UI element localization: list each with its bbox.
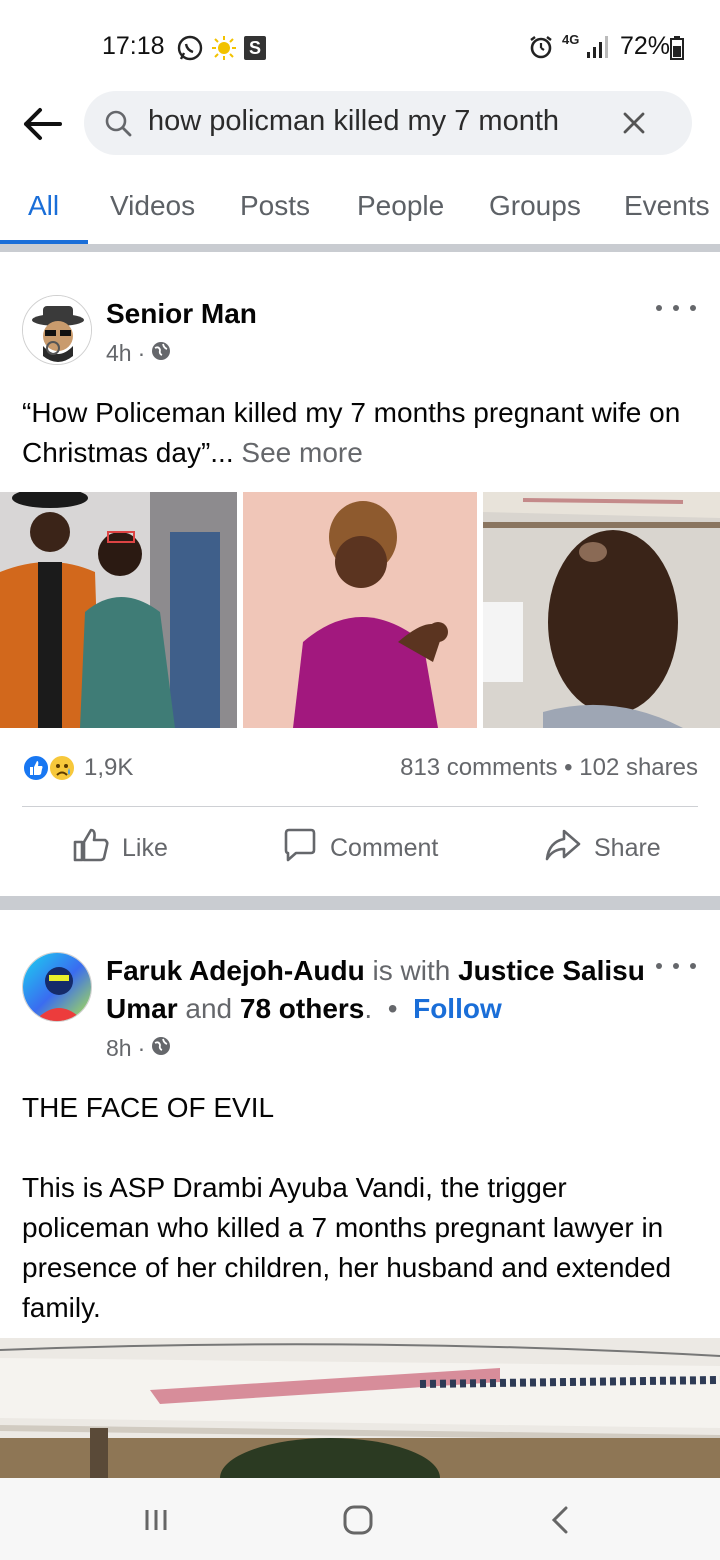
battery-percent: 72% bbox=[620, 32, 671, 60]
reaction-count[interactable]: 1,9K bbox=[84, 754, 133, 782]
s-app-badge: S bbox=[244, 36, 266, 60]
period: . bbox=[364, 993, 373, 1024]
search-filter-tabs: All Videos Posts People Groups Events bbox=[0, 168, 720, 248]
tagged-others[interactable]: 78 others bbox=[240, 993, 365, 1024]
post-text: “How Policeman killed my 7 months pregna… bbox=[22, 393, 702, 473]
recent-apps-icon[interactable] bbox=[136, 1500, 176, 1540]
status-time: 17:18 bbox=[102, 32, 165, 60]
comment-label: Comment bbox=[330, 833, 439, 862]
post-stats[interactable]: 813 comments • 102 shares bbox=[400, 754, 698, 782]
post-meta: 8h · bbox=[106, 1035, 171, 1062]
back-arrow-icon[interactable] bbox=[20, 102, 64, 146]
post-meta: 4h · bbox=[106, 340, 171, 367]
whatsapp-icon bbox=[176, 34, 204, 67]
dot-separator: • bbox=[379, 993, 406, 1024]
home-icon[interactable] bbox=[338, 1500, 378, 1540]
tab-groups[interactable]: Groups bbox=[489, 190, 581, 222]
post-photo-grid bbox=[0, 492, 720, 728]
post-body: This is ASP Drambi Ayuba Vandi, the trig… bbox=[22, 1172, 672, 1323]
see-more-link[interactable]: See more bbox=[241, 437, 362, 468]
divider bbox=[0, 244, 720, 252]
shares-count[interactable]: 102 shares bbox=[579, 754, 698, 781]
post-time: 4h bbox=[106, 340, 132, 366]
system-nav-bar bbox=[0, 1478, 720, 1560]
post-photo[interactable] bbox=[0, 1338, 720, 1478]
globe-icon bbox=[151, 1035, 171, 1062]
clear-icon[interactable] bbox=[618, 107, 650, 139]
post-headline: THE FACE OF EVIL bbox=[22, 1092, 275, 1123]
divider bbox=[22, 806, 698, 807]
status-bar: 17:18 S 4G 72% bbox=[0, 0, 720, 90]
tab-all[interactable]: All bbox=[28, 190, 59, 222]
like-reaction-icon bbox=[22, 754, 50, 787]
sad-reaction-icon bbox=[48, 754, 76, 787]
post-header: Faruk Adejoh-Audu is with Justice Salisu… bbox=[106, 952, 666, 1028]
alarm-icon bbox=[528, 34, 554, 65]
reactions-row: 1,9K 813 comments • 102 shares bbox=[0, 750, 720, 786]
like-label: Like bbox=[122, 833, 168, 862]
like-icon bbox=[72, 827, 110, 870]
with-text: is with bbox=[372, 955, 451, 986]
search-query: how policman killed my 7 month bbox=[148, 105, 560, 137]
post-separator bbox=[0, 896, 720, 910]
tab-events[interactable]: Events bbox=[624, 190, 710, 222]
battery-icon bbox=[670, 36, 684, 65]
comment-icon bbox=[282, 827, 318, 870]
meta-separator: · bbox=[137, 1035, 146, 1061]
follow-button[interactable]: Follow bbox=[413, 993, 502, 1024]
comment-button[interactable]: Comment bbox=[282, 826, 438, 870]
weather-sun-icon bbox=[210, 34, 238, 67]
post-author[interactable]: Senior Man bbox=[106, 298, 257, 330]
globe-icon bbox=[151, 340, 171, 367]
and-text: and bbox=[185, 993, 233, 1024]
avatar[interactable] bbox=[22, 952, 92, 1022]
more-options-icon[interactable] bbox=[656, 296, 696, 320]
back-icon[interactable] bbox=[540, 1500, 580, 1540]
tab-posts[interactable]: Posts bbox=[240, 190, 310, 222]
search-input[interactable]: how policman killed my 7 month bbox=[84, 91, 692, 155]
meta-separator: · bbox=[137, 340, 146, 366]
more-options-icon[interactable] bbox=[656, 954, 696, 978]
network-type: 4G bbox=[562, 32, 580, 47]
comments-count[interactable]: 813 comments bbox=[400, 754, 557, 781]
like-button[interactable]: Like bbox=[72, 826, 168, 870]
tab-videos[interactable]: Videos bbox=[110, 190, 195, 222]
share-icon bbox=[544, 827, 582, 870]
share-label: Share bbox=[594, 833, 661, 862]
post-photo[interactable] bbox=[483, 492, 720, 728]
share-button[interactable]: Share bbox=[544, 826, 661, 870]
post-author[interactable]: Faruk Adejoh-Audu bbox=[106, 955, 365, 986]
avatar[interactable] bbox=[22, 295, 92, 365]
signal-icon bbox=[586, 34, 610, 65]
post-photo[interactable] bbox=[0, 492, 237, 728]
tab-people[interactable]: People bbox=[357, 190, 444, 222]
stats-separator: • bbox=[564, 754, 580, 781]
post-photo[interactable] bbox=[243, 492, 477, 728]
search-icon bbox=[104, 109, 132, 142]
post-time: 8h bbox=[106, 1035, 132, 1061]
